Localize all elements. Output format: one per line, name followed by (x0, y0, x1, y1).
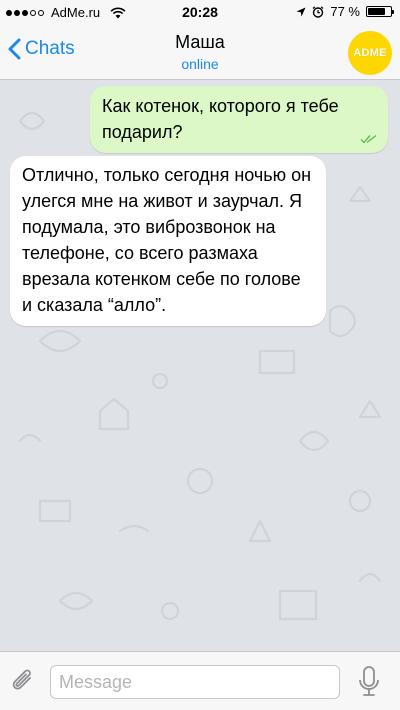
avatar[interactable]: ADME (348, 31, 392, 75)
status-bar: AdMe.ru 20:28 77 % (0, 0, 400, 24)
double-check-icon (360, 134, 377, 144)
battery-fill (368, 8, 385, 15)
alarm-icon (312, 5, 324, 18)
battery-percent: 77 % (330, 4, 360, 19)
paperclip-icon (12, 669, 31, 690)
battery-icon (366, 6, 394, 17)
message-input[interactable] (50, 665, 340, 699)
message-text: Как котенок, которого я тебе подарил? (102, 96, 339, 142)
microphone-button[interactable] (356, 665, 382, 704)
message-text: Отлично, только сегодня ночью он улегся … (22, 165, 312, 315)
status-right: 77 % (296, 4, 394, 19)
location-arrow-icon (296, 7, 306, 16)
contact-status: online (181, 56, 219, 72)
chat-area[interactable]: Как котенок, которого я тебе подарил? От… (0, 81, 400, 651)
attach-button[interactable] (10, 667, 36, 700)
contact-name[interactable]: Маша (0, 32, 400, 53)
input-bar (0, 651, 400, 710)
microphone-icon (359, 666, 379, 696)
message-incoming[interactable]: Отлично, только сегодня ночью он улегся … (10, 156, 326, 326)
message-outgoing[interactable]: Как котенок, которого я тебе подарил? (90, 86, 388, 153)
nav-bar: Chats Маша online ADME (0, 24, 400, 80)
